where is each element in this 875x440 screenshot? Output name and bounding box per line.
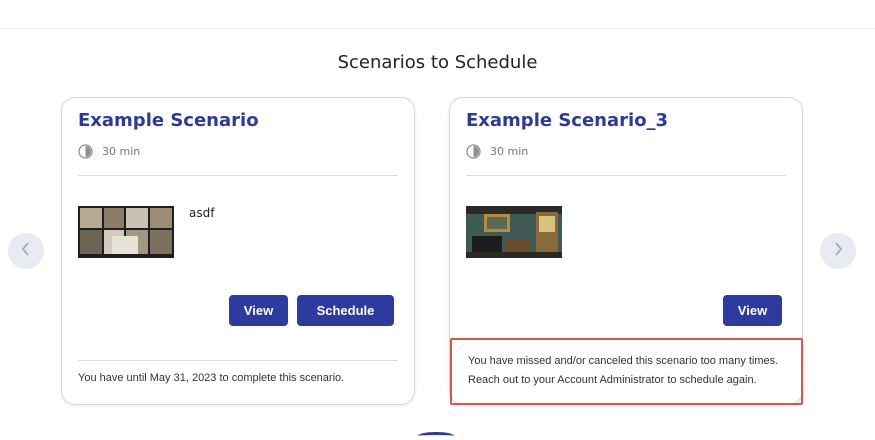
carousel-next-button[interactable] bbox=[820, 233, 856, 269]
deadline-note: You have until May 31, 2023 to complete … bbox=[78, 372, 345, 384]
section-title: Scenarios to Schedule bbox=[337, 52, 538, 73]
scenario-thumbnail bbox=[78, 206, 174, 258]
view-button[interactable]: View bbox=[229, 295, 288, 326]
clock-icon bbox=[466, 144, 481, 159]
schedule-blocked-warning: You have missed and/or canceled this sce… bbox=[450, 338, 803, 405]
card-divider bbox=[78, 175, 398, 176]
duration-text: 30 min bbox=[490, 145, 529, 158]
card-divider bbox=[78, 360, 398, 361]
warning-line: Reach out to your Account Administrator … bbox=[468, 374, 757, 386]
partial-next-section-icon bbox=[418, 432, 454, 440]
duration-row: 30 min bbox=[78, 144, 140, 159]
clock-icon bbox=[78, 144, 93, 159]
scenario-thumbnail bbox=[466, 206, 562, 258]
duration-text: 30 min bbox=[102, 145, 141, 158]
view-button[interactable]: View bbox=[723, 295, 782, 326]
carousel-prev-button[interactable] bbox=[8, 233, 44, 269]
warning-line: You have missed and/or canceled this sce… bbox=[468, 355, 779, 367]
chevron-left-icon bbox=[20, 241, 32, 261]
scenario-card: Example Scenario 30 min asdf View Schedu… bbox=[61, 97, 415, 405]
warning-message: You have missed and/or canceled this sce… bbox=[468, 352, 798, 390]
chevron-right-icon bbox=[832, 241, 844, 261]
card-divider bbox=[466, 175, 786, 176]
schedule-button[interactable]: Schedule bbox=[297, 295, 394, 326]
header-divider bbox=[0, 28, 875, 29]
duration-row: 30 min bbox=[466, 144, 528, 159]
scenario-title: Example Scenario_3 bbox=[466, 110, 669, 131]
scenario-title: Example Scenario bbox=[78, 110, 259, 131]
scenario-description: asdf bbox=[189, 206, 215, 220]
